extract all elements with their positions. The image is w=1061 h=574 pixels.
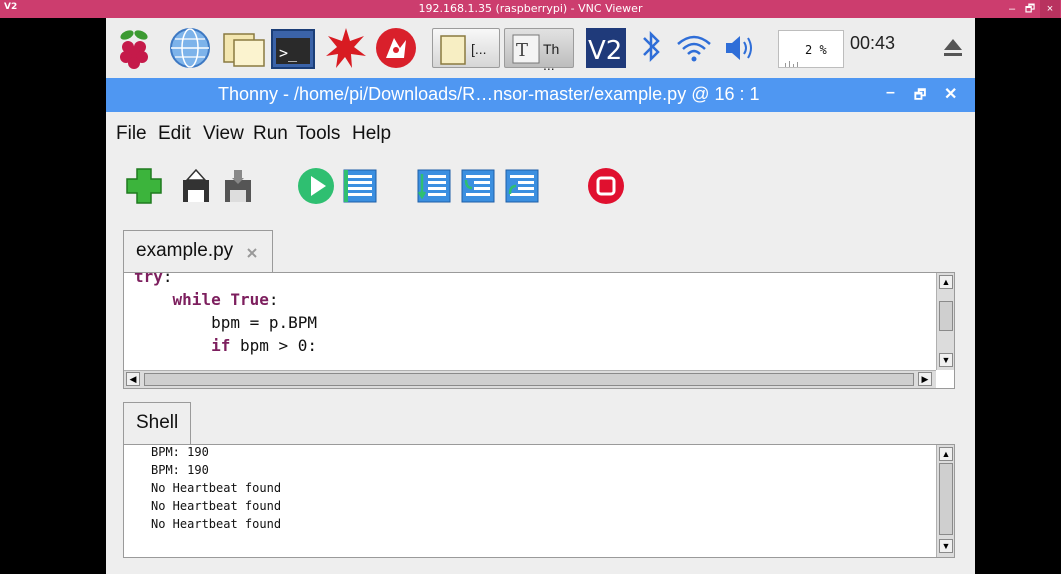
bluetooth-icon[interactable]: [636, 26, 666, 70]
code-line: if bpm > 0:: [211, 336, 318, 355]
taskbar-thonny[interactable]: T Th ...: [504, 28, 574, 73]
editor-horizontal-scrollbar[interactable]: ◀ ▶: [124, 370, 936, 388]
scroll-right-arrow-icon[interactable]: ▶: [918, 372, 932, 386]
scroll-thumb[interactable]: [144, 373, 914, 386]
cpu-usage-monitor: 2 %: [778, 30, 844, 68]
window-title: Thonny - /home/pi/Downloads/R…nsor-maste…: [218, 84, 760, 104]
vnc-letterbox-right: [975, 18, 1061, 574]
editor-tab-label: example.py: [136, 240, 234, 261]
code-line: while True:: [172, 290, 279, 309]
editor-tab-example-py[interactable]: example.py: [123, 230, 273, 273]
shell-vertical-scrollbar[interactable]: ▲ ▼: [936, 445, 954, 557]
eject-icon[interactable]: [938, 26, 968, 70]
vnc-minimize-button[interactable]: –: [1003, 0, 1021, 18]
taskbar-label: Th ...: [543, 41, 560, 73]
svg-text:T: T: [516, 40, 528, 61]
shell-console[interactable]: BPM: 190 BPM: 190 No Heartbeat found No …: [123, 444, 955, 558]
scroll-up-arrow-icon[interactable]: ▲: [939, 275, 953, 289]
svg-text:>_: >_: [279, 44, 298, 62]
vnc-window-title: 192.168.1.35 (raspberrypi) - VNC Viewer: [418, 2, 643, 15]
volume-icon[interactable]: [720, 26, 760, 70]
terminal-icon[interactable]: >_: [270, 26, 316, 70]
load-file-button[interactable]: [176, 166, 216, 206]
debug-button[interactable]: [340, 166, 380, 206]
raspberry-menu-icon[interactable]: [112, 26, 156, 70]
scroll-up-arrow-icon[interactable]: ▲: [939, 447, 953, 461]
taskbar-label: [...: [471, 41, 487, 57]
scroll-left-arrow-icon[interactable]: ◀: [126, 372, 140, 386]
close-button[interactable]: ✕: [944, 84, 957, 104]
menu-run[interactable]: Run: [253, 123, 288, 145]
thonny-window: File Edit View Run Tools Help example.py…: [106, 112, 975, 574]
run-button[interactable]: [296, 166, 336, 206]
vnc-maximize-button[interactable]: 🗗: [1021, 0, 1039, 18]
step-into-button[interactable]: [458, 166, 498, 206]
scroll-down-arrow-icon[interactable]: ▼: [939, 353, 953, 367]
desktop-panel: >_ [... T Th ... V2 2 % 00:43: [106, 18, 975, 78]
menu-view[interactable]: View: [203, 123, 244, 145]
scroll-thumb[interactable]: [939, 463, 953, 535]
vnc-close-button[interactable]: ×: [1040, 0, 1060, 18]
scroll-down-arrow-icon[interactable]: ▼: [939, 539, 953, 553]
scroll-thumb[interactable]: [939, 301, 953, 331]
new-file-button[interactable]: [124, 166, 164, 206]
shell-output-line: BPM: 190: [151, 445, 209, 459]
code-line: bpm = p.BPM: [211, 313, 318, 332]
clock: 00:43: [850, 33, 896, 53]
toolbar: [106, 154, 975, 218]
web-browser-icon[interactable]: [168, 26, 212, 70]
editor-vertical-scrollbar[interactable]: ▲ ▼: [936, 273, 954, 370]
maximize-button[interactable]: 🗗: [914, 86, 926, 108]
menu-tools[interactable]: Tools: [296, 123, 340, 145]
wolfram-icon[interactable]: [374, 26, 418, 70]
vnc-title-bar: V2 192.168.1.35 (raspberrypi) - VNC View…: [0, 0, 1061, 18]
save-file-button[interactable]: [218, 166, 258, 206]
cpu-percent: 2 %: [805, 43, 827, 57]
menu-file[interactable]: File: [116, 123, 147, 145]
shell-output-line: No Heartbeat found: [151, 499, 282, 513]
wifi-icon[interactable]: [674, 26, 714, 70]
vnc-letterbox-left: [0, 18, 106, 574]
menu-bar: File Edit View Run Tools Help: [106, 112, 975, 154]
menu-help[interactable]: Help: [352, 123, 391, 145]
svg-text:V2: V2: [588, 36, 622, 66]
vnc-server-icon[interactable]: V2: [584, 26, 628, 70]
stop-button[interactable]: [586, 166, 626, 206]
mathematica-icon[interactable]: [324, 26, 368, 70]
shell-output-line: No Heartbeat found: [151, 517, 282, 531]
thonny-title-bar: Thonny - /home/pi/Downloads/R…nsor-maste…: [106, 78, 975, 112]
code-line: try:: [134, 273, 173, 286]
shell-output-line: BPM: 190: [151, 463, 209, 477]
shell-output-line: No Heartbeat found: [151, 481, 282, 495]
minimize-button[interactable]: –: [886, 84, 895, 102]
file-manager-icon[interactable]: [220, 26, 270, 70]
step-out-button[interactable]: [502, 166, 542, 206]
code-area[interactable]: try: while True: bpm = p.BPM if bpm > 0:: [124, 273, 934, 370]
code-editor[interactable]: try: while True: bpm = p.BPM if bpm > 0:…: [123, 272, 955, 389]
shell-tab-label: Shell: [136, 412, 179, 433]
shell-tab[interactable]: Shell: [123, 402, 191, 445]
menu-edit[interactable]: Edit: [158, 123, 191, 145]
step-over-button[interactable]: [414, 166, 454, 206]
taskbar-file-manager[interactable]: [...: [432, 28, 500, 68]
close-tab-icon[interactable]: [246, 247, 258, 259]
